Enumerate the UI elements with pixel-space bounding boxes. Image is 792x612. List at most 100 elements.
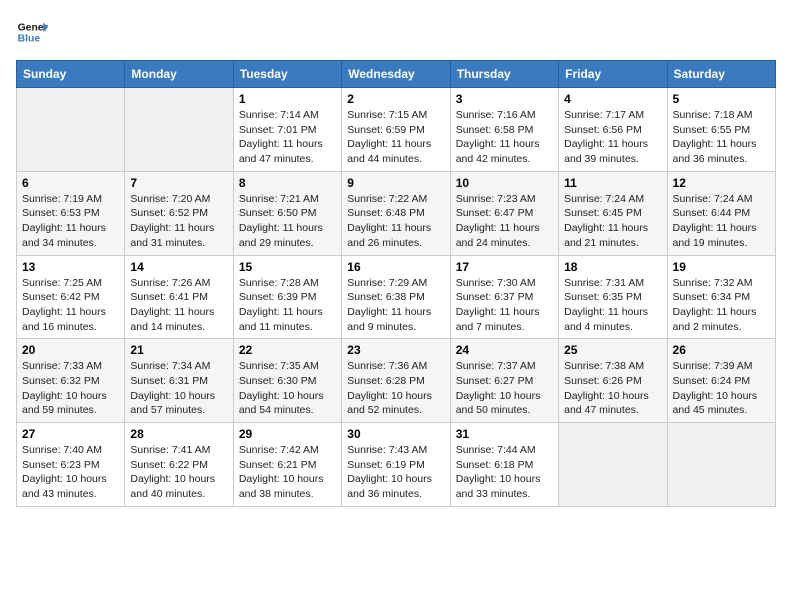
weekday-header: Wednesday (342, 61, 450, 88)
day-detail: Sunrise: 7:22 AMSunset: 6:48 PMDaylight:… (347, 192, 444, 251)
day-number: 23 (347, 343, 444, 357)
day-number: 6 (22, 176, 119, 190)
calendar-cell: 11 Sunrise: 7:24 AMSunset: 6:45 PMDayligh… (559, 171, 667, 255)
calendar-cell: 2Sunrise: 7:15 AMSunset: 6:59 PMDaylight… (342, 88, 450, 172)
calendar-cell: 15Sunrise: 7:28 AMSunset: 6:39 PMDayligh… (233, 255, 341, 339)
day-number: 26 (673, 343, 770, 357)
day-number: 5 (673, 92, 770, 106)
calendar-cell: 28 Sunrise: 7:41 AMSunset: 6:22 PMDayligh… (125, 423, 233, 507)
day-number: 25 (564, 343, 661, 357)
day-number: 4 (564, 92, 661, 106)
day-number: 16 (347, 260, 444, 274)
day-number: 31 (456, 427, 553, 441)
weekday-header: Tuesday (233, 61, 341, 88)
day-detail: Sunrise: 7:43 AMSunset: 6:19 PMDaylight:… (347, 443, 444, 502)
day-detail: Sunrise: 7:25 AMSunset: 6:42 PMDaylight:… (22, 276, 119, 335)
calendar-cell: 14 Sunrise: 7:26 AMSunset: 6:41 PMDayligh… (125, 255, 233, 339)
day-detail: Sunrise: 7:34 AMSunset: 6:31 PMDaylight:… (130, 359, 227, 418)
day-detail: Sunrise: 7:19 AMSunset: 6:53 PMDaylight:… (22, 192, 119, 251)
calendar-table: SundayMondayTuesdayWednesdayThursdayFrid… (16, 60, 776, 507)
calendar-cell: 6 Sunrise: 7:19 AMSunset: 6:53 PMDaylight… (17, 171, 125, 255)
day-detail: Sunrise: 7:44 AMSunset: 6:18 PMDaylight:… (456, 443, 553, 502)
day-number: 20 (22, 343, 119, 357)
day-detail: Sunrise: 7:16 AMSunset: 6:58 PMDaylight:… (456, 108, 553, 167)
day-detail: Sunrise: 7:33 AMSunset: 6:32 PMDaylight:… (22, 359, 119, 418)
calendar-cell: 17 Sunrise: 7:30 AMSunset: 6:37 PMDayligh… (450, 255, 558, 339)
calendar-cell: 3Sunrise: 7:16 AMSunset: 6:58 PMDaylight… (450, 88, 558, 172)
weekday-header: Sunday (17, 61, 125, 88)
day-number: 21 (130, 343, 227, 357)
calendar-cell: 1Sunrise: 7:14 AMSunset: 7:01 PMDaylight… (233, 88, 341, 172)
calendar-cell: 29 Sunrise: 7:42 AMSunset: 6:21 PMDayligh… (233, 423, 341, 507)
page-header: General Blue (16, 16, 776, 48)
weekday-header: Monday (125, 61, 233, 88)
calendar-cell: 27 Sunrise: 7:40 AMSunset: 6:23 PMDayligh… (17, 423, 125, 507)
day-number: 19 (673, 260, 770, 274)
calendar-cell: 19 Sunrise: 7:32 AMSunset: 6:34 PMDayligh… (667, 255, 775, 339)
calendar-cell (559, 423, 667, 507)
day-detail: Sunrise: 7:32 AMSunset: 6:34 PMDaylight:… (673, 276, 770, 335)
calendar-cell: 18Sunrise: 7:31 AMSunset: 6:35 PMDayligh… (559, 255, 667, 339)
day-detail: Sunrise: 7:18 AMSunset: 6:55 PMDaylight:… (673, 108, 770, 167)
calendar-cell (667, 423, 775, 507)
calendar-body: 1Sunrise: 7:14 AMSunset: 7:01 PMDaylight… (17, 88, 776, 507)
day-number: 12 (673, 176, 770, 190)
weekday-header: Thursday (450, 61, 558, 88)
calendar-cell: 30 Sunrise: 7:43 AMSunset: 6:19 PMDayligh… (342, 423, 450, 507)
calendar-cell (125, 88, 233, 172)
calendar-header-row: SundayMondayTuesdayWednesdayThursdayFrid… (17, 61, 776, 88)
calendar-cell: 12 Sunrise: 7:24 AMSunset: 6:44 PMDayligh… (667, 171, 775, 255)
day-detail: Sunrise: 7:30 AMSunset: 6:37 PMDaylight:… (456, 276, 553, 335)
day-number: 30 (347, 427, 444, 441)
calendar-cell: 7 Sunrise: 7:20 AMSunset: 6:52 PMDaylight… (125, 171, 233, 255)
day-detail: Sunrise: 7:20 AMSunset: 6:52 PMDaylight:… (130, 192, 227, 251)
calendar-cell: 21 Sunrise: 7:34 AMSunset: 6:31 PMDayligh… (125, 339, 233, 423)
day-detail: Sunrise: 7:42 AMSunset: 6:21 PMDaylight:… (239, 443, 336, 502)
day-detail: Sunrise: 7:29 AMSunset: 6:38 PMDaylight:… (347, 276, 444, 335)
day-detail: Sunrise: 7:24 AMSunset: 6:44 PMDaylight:… (673, 192, 770, 251)
calendar-week-row: 20 Sunrise: 7:33 AMSunset: 6:32 PMDayligh… (17, 339, 776, 423)
day-number: 2 (347, 92, 444, 106)
day-detail: Sunrise: 7:37 AMSunset: 6:27 PMDaylight:… (456, 359, 553, 418)
day-number: 14 (130, 260, 227, 274)
calendar-cell: 4Sunrise: 7:17 AMSunset: 6:56 PMDaylight… (559, 88, 667, 172)
calendar-cell: 22Sunrise: 7:35 AMSunset: 6:30 PMDayligh… (233, 339, 341, 423)
calendar-cell: 13Sunrise: 7:25 AMSunset: 6:42 PMDayligh… (17, 255, 125, 339)
calendar-cell: 8 Sunrise: 7:21 AMSunset: 6:50 PMDaylight… (233, 171, 341, 255)
svg-text:Blue: Blue (18, 34, 41, 45)
day-detail: Sunrise: 7:14 AMSunset: 7:01 PMDaylight:… (239, 108, 336, 167)
calendar-cell: 31 Sunrise: 7:44 AMSunset: 6:18 PMDayligh… (450, 423, 558, 507)
day-detail: Sunrise: 7:24 AMSunset: 6:45 PMDaylight:… (564, 192, 661, 251)
day-number: 24 (456, 343, 553, 357)
day-number: 17 (456, 260, 553, 274)
calendar-week-row: 13Sunrise: 7:25 AMSunset: 6:42 PMDayligh… (17, 255, 776, 339)
calendar-cell: 23 Sunrise: 7:36 AMSunset: 6:28 PMDayligh… (342, 339, 450, 423)
day-number: 29 (239, 427, 336, 441)
calendar-week-row: 1Sunrise: 7:14 AMSunset: 7:01 PMDaylight… (17, 88, 776, 172)
day-number: 28 (130, 427, 227, 441)
day-detail: Sunrise: 7:36 AMSunset: 6:28 PMDaylight:… (347, 359, 444, 418)
calendar-cell: 26Sunrise: 7:39 AMSunset: 6:24 PMDayligh… (667, 339, 775, 423)
day-detail: Sunrise: 7:21 AMSunset: 6:50 PMDaylight:… (239, 192, 336, 251)
day-number: 11 (564, 176, 661, 190)
weekday-header: Saturday (667, 61, 775, 88)
day-number: 7 (130, 176, 227, 190)
day-number: 10 (456, 176, 553, 190)
weekday-header: Friday (559, 61, 667, 88)
logo: General Blue (16, 16, 48, 48)
day-detail: Sunrise: 7:40 AMSunset: 6:23 PMDaylight:… (22, 443, 119, 502)
calendar-cell: 20 Sunrise: 7:33 AMSunset: 6:32 PMDayligh… (17, 339, 125, 423)
calendar-week-row: 6 Sunrise: 7:19 AMSunset: 6:53 PMDaylight… (17, 171, 776, 255)
calendar-cell: 10 Sunrise: 7:23 AMSunset: 6:47 PMDayligh… (450, 171, 558, 255)
calendar-week-row: 27 Sunrise: 7:40 AMSunset: 6:23 PMDayligh… (17, 423, 776, 507)
day-number: 9 (347, 176, 444, 190)
day-detail: Sunrise: 7:26 AMSunset: 6:41 PMDaylight:… (130, 276, 227, 335)
day-number: 8 (239, 176, 336, 190)
day-number: 27 (22, 427, 119, 441)
day-number: 18 (564, 260, 661, 274)
calendar-cell: 24 Sunrise: 7:37 AMSunset: 6:27 PMDayligh… (450, 339, 558, 423)
calendar-cell (17, 88, 125, 172)
day-detail: Sunrise: 7:41 AMSunset: 6:22 PMDaylight:… (130, 443, 227, 502)
logo-icon: General Blue (16, 16, 48, 48)
day-detail: Sunrise: 7:23 AMSunset: 6:47 PMDaylight:… (456, 192, 553, 251)
